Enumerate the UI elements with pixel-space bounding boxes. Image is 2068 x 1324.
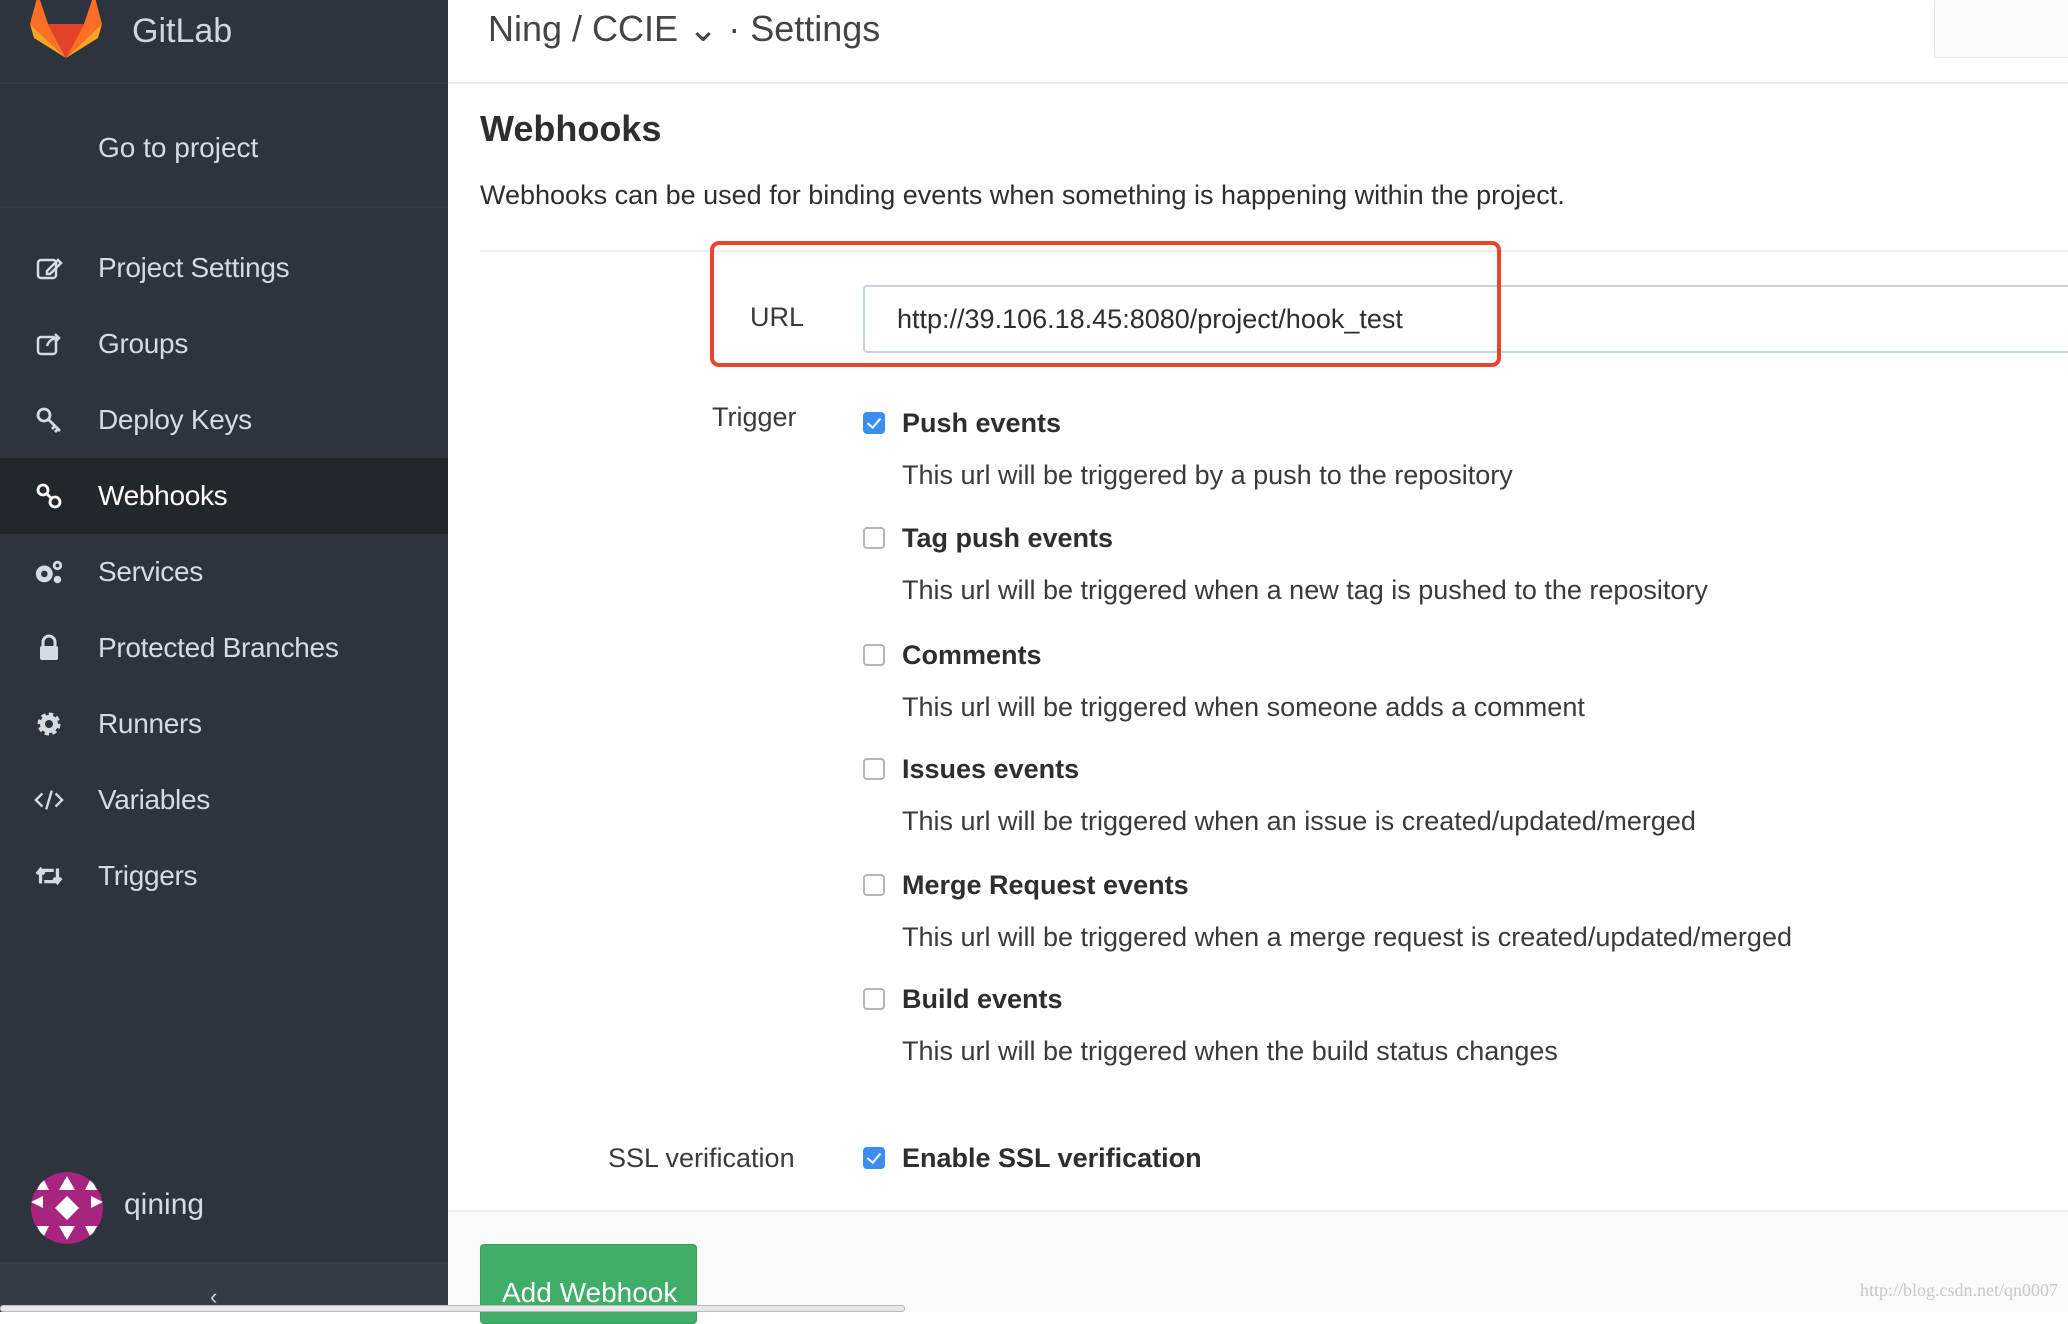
go-to-project-label: Go to project: [98, 132, 259, 163]
sidebar-item-runners[interactable]: Runners: [0, 686, 448, 762]
sidebar-item-project-settings[interactable]: Project Settings: [0, 230, 448, 306]
breadcrumb[interactable]: Ning / CCIE ⌄ · Settings: [488, 8, 880, 50]
brand[interactable]: GitLab: [0, 0, 448, 84]
go-to-project-link[interactable]: Go to project: [0, 86, 448, 208]
url-label: URL: [750, 302, 805, 332]
share-icon: [34, 329, 64, 359]
sidebar-item-triggers[interactable]: Triggers: [0, 838, 448, 914]
trigger-checkbox[interactable]: [863, 758, 885, 780]
avatar[interactable]: [31, 1172, 103, 1244]
trigger-label[interactable]: Merge Request events: [902, 870, 1189, 901]
ssl-label: SSL verification: [608, 1143, 795, 1173]
trigger-description: This url will be triggered when the buil…: [902, 1036, 1558, 1066]
sidebar-item-protected-branches[interactable]: Protected Branches: [0, 610, 448, 686]
sidebar: GitLab Go to project Project Settings Gro…: [0, 0, 448, 1312]
trigger-description: This url will be triggered by a push to …: [902, 460, 1513, 490]
sidebar-item-label: Runners: [98, 708, 202, 739]
trigger-description: This url will be triggered when someone …: [902, 692, 1585, 722]
trigger-label[interactable]: Tag push events: [902, 523, 1113, 554]
horizontal-scrollbar[interactable]: [0, 1305, 905, 1312]
page-description: Webhooks can be used for binding events …: [480, 180, 1565, 210]
sidebar-item-label: Triggers: [98, 860, 198, 891]
ssl-checkbox[interactable]: [863, 1147, 885, 1169]
sidebar-item-label: Groups: [98, 328, 189, 359]
sidebar-item-label: Services: [98, 556, 203, 587]
brand-name: GitLab: [132, 12, 233, 50]
link-icon: [34, 481, 64, 511]
search-input[interactable]: [1934, 0, 2068, 58]
sidebar-item-label: Webhooks: [98, 480, 228, 511]
retweet-icon: [34, 861, 64, 891]
url-input[interactable]: [863, 285, 2068, 353]
trigger-checkbox[interactable]: [863, 527, 885, 549]
trigger-checkbox[interactable]: [863, 874, 885, 896]
trigger-description: This url will be triggered when an issue…: [902, 806, 1696, 836]
sidebar-item-webhooks[interactable]: Webhooks: [0, 458, 448, 534]
key-icon: [34, 405, 64, 435]
trigger-description: This url will be triggered when a new ta…: [902, 575, 1708, 605]
ssl-option-label[interactable]: Enable SSL verification: [902, 1143, 1202, 1174]
sidebar-item-label: Deploy Keys: [98, 404, 252, 435]
sidebar-item-groups[interactable]: Groups: [0, 306, 448, 382]
sidebar-item-services[interactable]: Services: [0, 534, 448, 610]
sidebar-item-deploy-keys[interactable]: Deploy Keys: [0, 382, 448, 458]
gitlab-logo-icon: [30, 0, 102, 58]
username[interactable]: qining: [124, 1188, 204, 1222]
lock-icon: [34, 633, 64, 663]
edit-icon: [34, 253, 64, 283]
trigger-label: Trigger: [712, 402, 797, 432]
sidebar-item-label: Project Settings: [98, 252, 290, 283]
trigger-checkbox[interactable]: [863, 412, 885, 434]
add-webhook-button[interactable]: Add Webhook: [480, 1244, 697, 1324]
page-title: Webhooks: [480, 108, 662, 149]
trigger-checkbox[interactable]: [863, 644, 885, 666]
code-icon: [34, 785, 64, 815]
sidebar-item-variables[interactable]: Variables: [0, 762, 448, 838]
trigger-label[interactable]: Build events: [902, 984, 1063, 1015]
divider: [480, 250, 2068, 252]
trigger-label[interactable]: Issues events: [902, 754, 1079, 785]
trigger-label[interactable]: Comments: [902, 640, 1042, 671]
watermark: http://blog.csdn.net/qn0007: [1860, 1280, 2058, 1300]
trigger-checkbox[interactable]: [863, 988, 885, 1010]
sidebar-item-label: Protected Branches: [98, 632, 339, 663]
header: Ning / CCIE ⌄ · Settings: [448, 0, 2068, 84]
cogs-icon: [34, 557, 64, 587]
sidebar-item-label: Variables: [98, 784, 210, 815]
gear-icon: [34, 709, 64, 739]
trigger-description: This url will be triggered when a merge …: [902, 922, 1792, 952]
trigger-label[interactable]: Push events: [902, 408, 1061, 439]
